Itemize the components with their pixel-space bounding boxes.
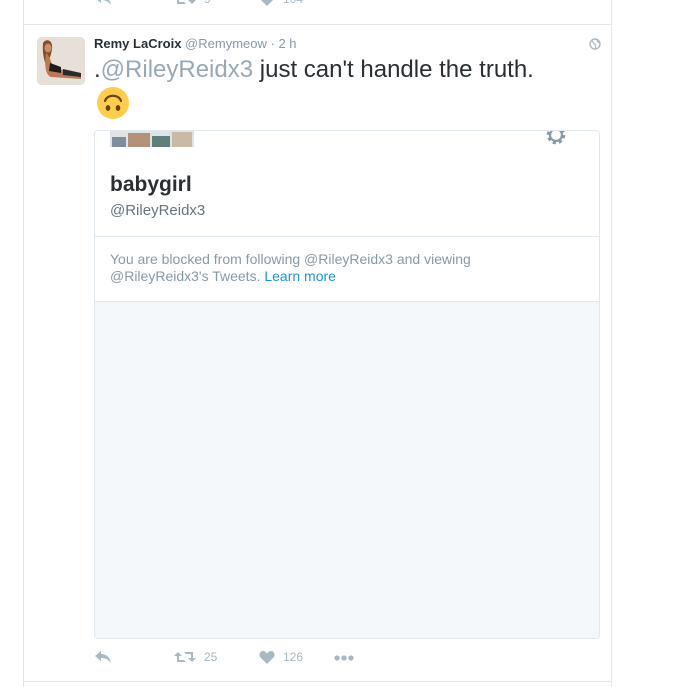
avatar[interactable] — [37, 37, 85, 85]
card-display-name[interactable]: babygirl — [110, 173, 192, 197]
tweet-timestamp[interactable]: 2 h — [278, 36, 296, 51]
author-handle[interactable]: @Remymeow — [185, 36, 267, 51]
globe-icon — [589, 38, 601, 50]
card-handle[interactable]: @RileyReidx3 — [110, 202, 205, 219]
card-divider — [95, 236, 599, 237]
timeline-stream: 9 104 Remy LaCroix @Remymeow · 2 h .@Ril… — [23, 0, 612, 687]
retweet-icon[interactable] — [174, 0, 196, 6]
author-name[interactable]: Remy LaCroix — [94, 36, 181, 51]
more-icon[interactable] — [334, 655, 354, 661]
reply-icon[interactable] — [94, 0, 112, 6]
more-action[interactable] — [334, 655, 354, 661]
like-action[interactable]: 104 — [259, 0, 303, 6]
reply-icon[interactable] — [94, 650, 112, 664]
tweet-separator-bottom — [24, 681, 611, 682]
retweet-icon[interactable] — [174, 650, 196, 664]
tweet-separator — [24, 24, 611, 25]
time-separator: · — [266, 36, 279, 51]
tweet-text: .@RileyReidx3 just can't handle the trut… — [94, 54, 604, 86]
blocked-message: You are blocked from following @RileyRei… — [110, 251, 570, 285]
card-empty-area — [95, 301, 599, 638]
embedded-profile-card[interactable]: babygirl @RileyReidx3 You are blocked fr… — [94, 130, 600, 639]
tweet-text-prefix: . — [94, 56, 101, 83]
heart-icon[interactable] — [259, 0, 275, 6]
reply-action[interactable] — [94, 650, 112, 664]
like-count: 126 — [283, 650, 304, 664]
retweet-action[interactable]: 9 — [174, 0, 211, 6]
tweet-header: Remy LaCroix @Remymeow · 2 h — [94, 36, 297, 52]
retweet-count: 9 — [204, 0, 211, 6]
like-action[interactable]: 126 — [259, 650, 303, 664]
card-banner-image — [110, 131, 194, 147]
gear-icon[interactable] — [544, 130, 568, 149]
tweet-text-body: just can't handle the truth. — [253, 56, 534, 83]
mention-link[interactable]: @RileyReidx3 — [101, 56, 253, 83]
like-count: 104 — [283, 0, 303, 6]
heart-icon[interactable] — [259, 650, 275, 664]
reply-action[interactable] — [94, 0, 112, 6]
retweet-action[interactable]: 25 — [174, 650, 217, 664]
retweet-count: 25 — [204, 650, 218, 664]
upside-down-face-emoji — [97, 87, 129, 119]
learn-more-link[interactable]: Learn more — [264, 268, 336, 284]
